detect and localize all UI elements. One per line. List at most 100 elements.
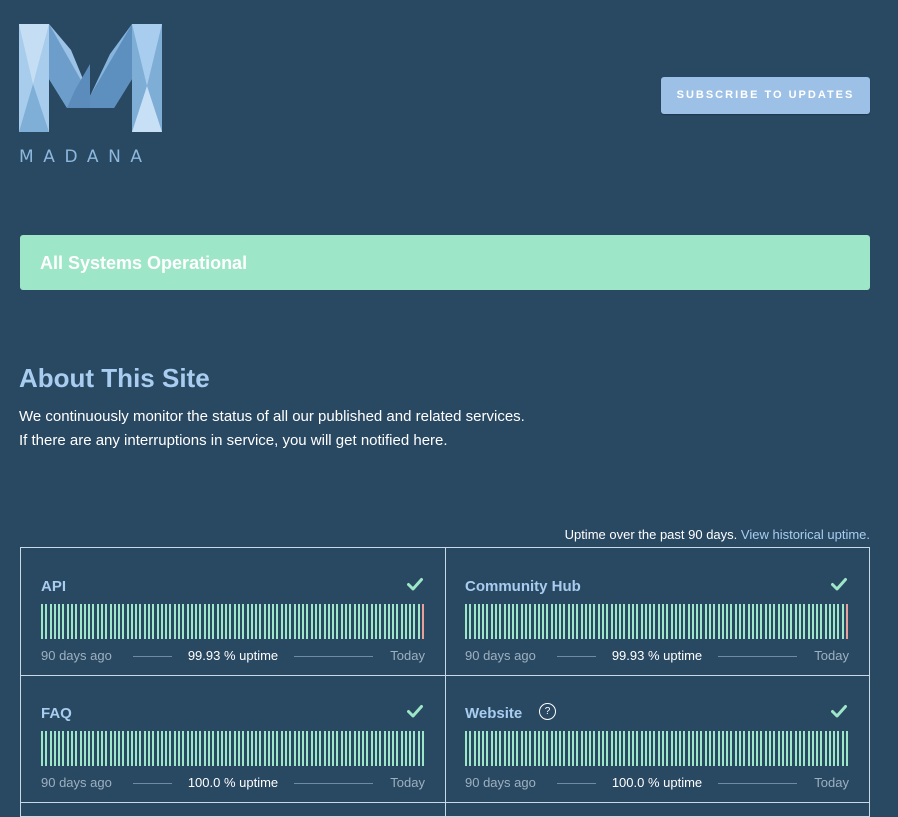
uptime-day-bar[interactable] bbox=[259, 731, 262, 766]
uptime-day-bar[interactable] bbox=[507, 604, 510, 639]
uptime-day-bar[interactable] bbox=[709, 604, 712, 639]
uptime-day-bar[interactable] bbox=[841, 731, 844, 766]
uptime-day-bar[interactable] bbox=[593, 604, 596, 639]
uptime-day-bar[interactable] bbox=[576, 731, 579, 766]
uptime-day-bar[interactable] bbox=[229, 731, 232, 766]
uptime-day-bar[interactable] bbox=[644, 731, 647, 766]
uptime-day-bar[interactable] bbox=[597, 604, 600, 639]
uptime-day-bar[interactable] bbox=[96, 731, 99, 766]
uptime-day-bar[interactable] bbox=[542, 731, 545, 766]
uptime-day-bar[interactable] bbox=[169, 604, 172, 639]
uptime-day-bar[interactable] bbox=[357, 604, 360, 639]
uptime-day-bar[interactable] bbox=[537, 731, 540, 766]
uptime-day-bar[interactable] bbox=[310, 731, 313, 766]
uptime-day-bar[interactable] bbox=[332, 604, 335, 639]
uptime-day-bar[interactable] bbox=[332, 731, 335, 766]
uptime-day-bar[interactable] bbox=[653, 604, 656, 639]
uptime-day-bar[interactable] bbox=[272, 604, 275, 639]
uptime-day-bar[interactable] bbox=[747, 604, 750, 639]
uptime-day-bar[interactable] bbox=[105, 604, 108, 639]
uptime-day-bar[interactable] bbox=[614, 604, 617, 639]
uptime-day-bar[interactable] bbox=[833, 731, 836, 766]
uptime-day-bar[interactable] bbox=[280, 731, 283, 766]
uptime-day-bar[interactable] bbox=[606, 604, 609, 639]
uptime-day-bar[interactable] bbox=[88, 731, 91, 766]
uptime-day-bar[interactable] bbox=[212, 731, 215, 766]
uptime-day-bar[interactable] bbox=[276, 604, 279, 639]
uptime-day-bar[interactable] bbox=[70, 604, 73, 639]
uptime-day-bar[interactable] bbox=[542, 604, 545, 639]
uptime-day-bar[interactable] bbox=[126, 731, 129, 766]
uptime-day-bar[interactable] bbox=[383, 604, 386, 639]
uptime-day-bar[interactable] bbox=[816, 731, 819, 766]
uptime-day-bar[interactable] bbox=[302, 731, 305, 766]
uptime-day-bar[interactable] bbox=[589, 604, 592, 639]
uptime-day-bar[interactable] bbox=[246, 731, 249, 766]
uptime-day-bar[interactable] bbox=[567, 731, 570, 766]
madana-logo[interactable]: MADANA bbox=[19, 24, 162, 167]
uptime-day-bar[interactable] bbox=[152, 731, 155, 766]
uptime-day-bar[interactable] bbox=[62, 604, 65, 639]
uptime-day-bar[interactable] bbox=[640, 604, 643, 639]
uptime-day-bar[interactable] bbox=[387, 604, 390, 639]
uptime-day-bar[interactable] bbox=[559, 604, 562, 639]
uptime-day-bar[interactable] bbox=[220, 604, 223, 639]
uptime-day-bar[interactable] bbox=[357, 731, 360, 766]
uptime-day-bar[interactable] bbox=[135, 604, 138, 639]
uptime-day-bar[interactable] bbox=[404, 731, 407, 766]
uptime-day-bar[interactable] bbox=[392, 604, 395, 639]
uptime-day-bar[interactable] bbox=[567, 604, 570, 639]
uptime-day-bar[interactable] bbox=[687, 731, 690, 766]
uptime-day-bar[interactable] bbox=[422, 731, 425, 766]
uptime-day-bar[interactable] bbox=[803, 604, 806, 639]
uptime-day-bar[interactable] bbox=[79, 604, 82, 639]
uptime-day-bar[interactable] bbox=[186, 604, 189, 639]
uptime-day-bar[interactable] bbox=[229, 604, 232, 639]
uptime-day-bar[interactable] bbox=[828, 604, 831, 639]
uptime-day-bar[interactable] bbox=[207, 604, 210, 639]
uptime-day-bar[interactable] bbox=[584, 604, 587, 639]
uptime-day-bar[interactable] bbox=[75, 731, 78, 766]
uptime-day-bar[interactable] bbox=[614, 731, 617, 766]
uptime-day-bar[interactable] bbox=[267, 731, 270, 766]
uptime-day-bar[interactable] bbox=[524, 731, 527, 766]
uptime-day-bar[interactable] bbox=[580, 731, 583, 766]
uptime-day-bar[interactable] bbox=[798, 731, 801, 766]
uptime-day-bar[interactable] bbox=[297, 604, 300, 639]
uptime-day-bar[interactable] bbox=[263, 731, 266, 766]
uptime-day-bar[interactable] bbox=[494, 604, 497, 639]
uptime-day-bar[interactable] bbox=[413, 731, 416, 766]
uptime-day-bar[interactable] bbox=[602, 731, 604, 766]
uptime-day-bar[interactable] bbox=[233, 604, 236, 639]
uptime-day-bar[interactable] bbox=[520, 731, 523, 766]
uptime-day-bar[interactable] bbox=[327, 731, 330, 766]
uptime-day-bar[interactable] bbox=[66, 604, 69, 639]
uptime-day-bar[interactable] bbox=[837, 604, 840, 639]
uptime-day-bar[interactable] bbox=[370, 604, 373, 639]
uptime-day-bar[interactable] bbox=[636, 731, 639, 766]
uptime-day-bar[interactable] bbox=[130, 731, 133, 766]
uptime-day-bar[interactable] bbox=[490, 731, 493, 766]
uptime-day-bar[interactable] bbox=[520, 604, 523, 639]
uptime-day-bar[interactable] bbox=[773, 604, 776, 639]
uptime-day-bar[interactable] bbox=[670, 731, 673, 766]
uptime-day-bar[interactable] bbox=[661, 604, 664, 639]
uptime-day-bar[interactable] bbox=[362, 731, 365, 766]
uptime-day-bar[interactable] bbox=[203, 604, 206, 639]
uptime-day-bar[interactable] bbox=[649, 731, 652, 766]
uptime-day-bar[interactable] bbox=[280, 604, 283, 639]
uptime-day-bar[interactable] bbox=[160, 604, 163, 639]
uptime-day-bar[interactable] bbox=[717, 731, 720, 766]
uptime-day-bar[interactable] bbox=[494, 731, 497, 766]
uptime-day-bar[interactable] bbox=[96, 604, 99, 639]
uptime-day-bar[interactable] bbox=[610, 604, 613, 639]
uptime-day-bar[interactable] bbox=[297, 731, 300, 766]
uptime-day-bar[interactable] bbox=[777, 604, 780, 639]
uptime-day-bar[interactable] bbox=[490, 604, 493, 639]
uptime-day-bar[interactable] bbox=[250, 604, 253, 639]
uptime-day-bar[interactable] bbox=[79, 731, 82, 766]
uptime-day-bar[interactable] bbox=[118, 731, 121, 766]
uptime-day-bar[interactable] bbox=[529, 604, 532, 639]
uptime-day-bar[interactable] bbox=[122, 604, 125, 639]
uptime-day-bar[interactable] bbox=[404, 604, 407, 639]
